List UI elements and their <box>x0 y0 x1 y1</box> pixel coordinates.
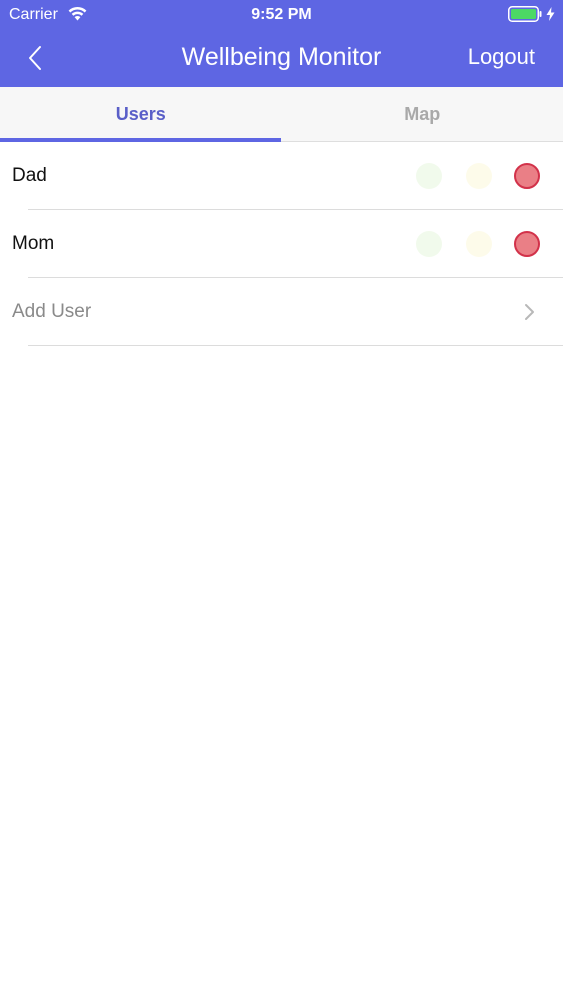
header: Carrier 9:52 PM Wellbeing Monitor Logout <box>0 0 563 87</box>
add-user-button[interactable]: Add User <box>0 278 563 346</box>
user-row-mom[interactable]: Mom <box>0 210 563 278</box>
logout-button[interactable]: Logout <box>468 43 535 71</box>
user-name: Dad <box>12 165 47 186</box>
status-green-indicator <box>416 231 442 257</box>
status-green-indicator <box>416 163 442 189</box>
row-divider <box>28 345 563 346</box>
navigation-bar: Wellbeing Monitor Logout <box>0 30 563 87</box>
tab-users-label: Users <box>115 103 166 124</box>
back-button[interactable] <box>20 40 50 76</box>
tab-bar: Users Map <box>0 87 563 142</box>
tab-users[interactable]: Users <box>0 87 282 142</box>
status-bar: Carrier 9:52 PM <box>0 0 563 30</box>
tab-map-label: Map <box>404 103 441 124</box>
status-time: 9:52 PM <box>251 6 312 23</box>
charging-bolt-icon <box>546 7 555 21</box>
tab-map[interactable]: Map <box>282 87 563 141</box>
user-list: Dad Mom Add User <box>0 142 563 346</box>
status-red-indicator <box>514 231 540 257</box>
battery-icon <box>508 6 542 22</box>
chevron-right-icon <box>525 304 534 320</box>
add-user-label: Add User <box>12 301 92 322</box>
status-yellow-indicator <box>466 163 492 189</box>
status-yellow-indicator <box>466 231 492 257</box>
chevron-left-icon <box>29 46 41 70</box>
status-red-indicator <box>514 163 540 189</box>
user-name: Mom <box>12 233 55 254</box>
app-screen: Carrier 9:52 PM Wellbeing Monitor Logout… <box>0 0 563 1000</box>
user-row-dad[interactable]: Dad <box>0 142 563 210</box>
